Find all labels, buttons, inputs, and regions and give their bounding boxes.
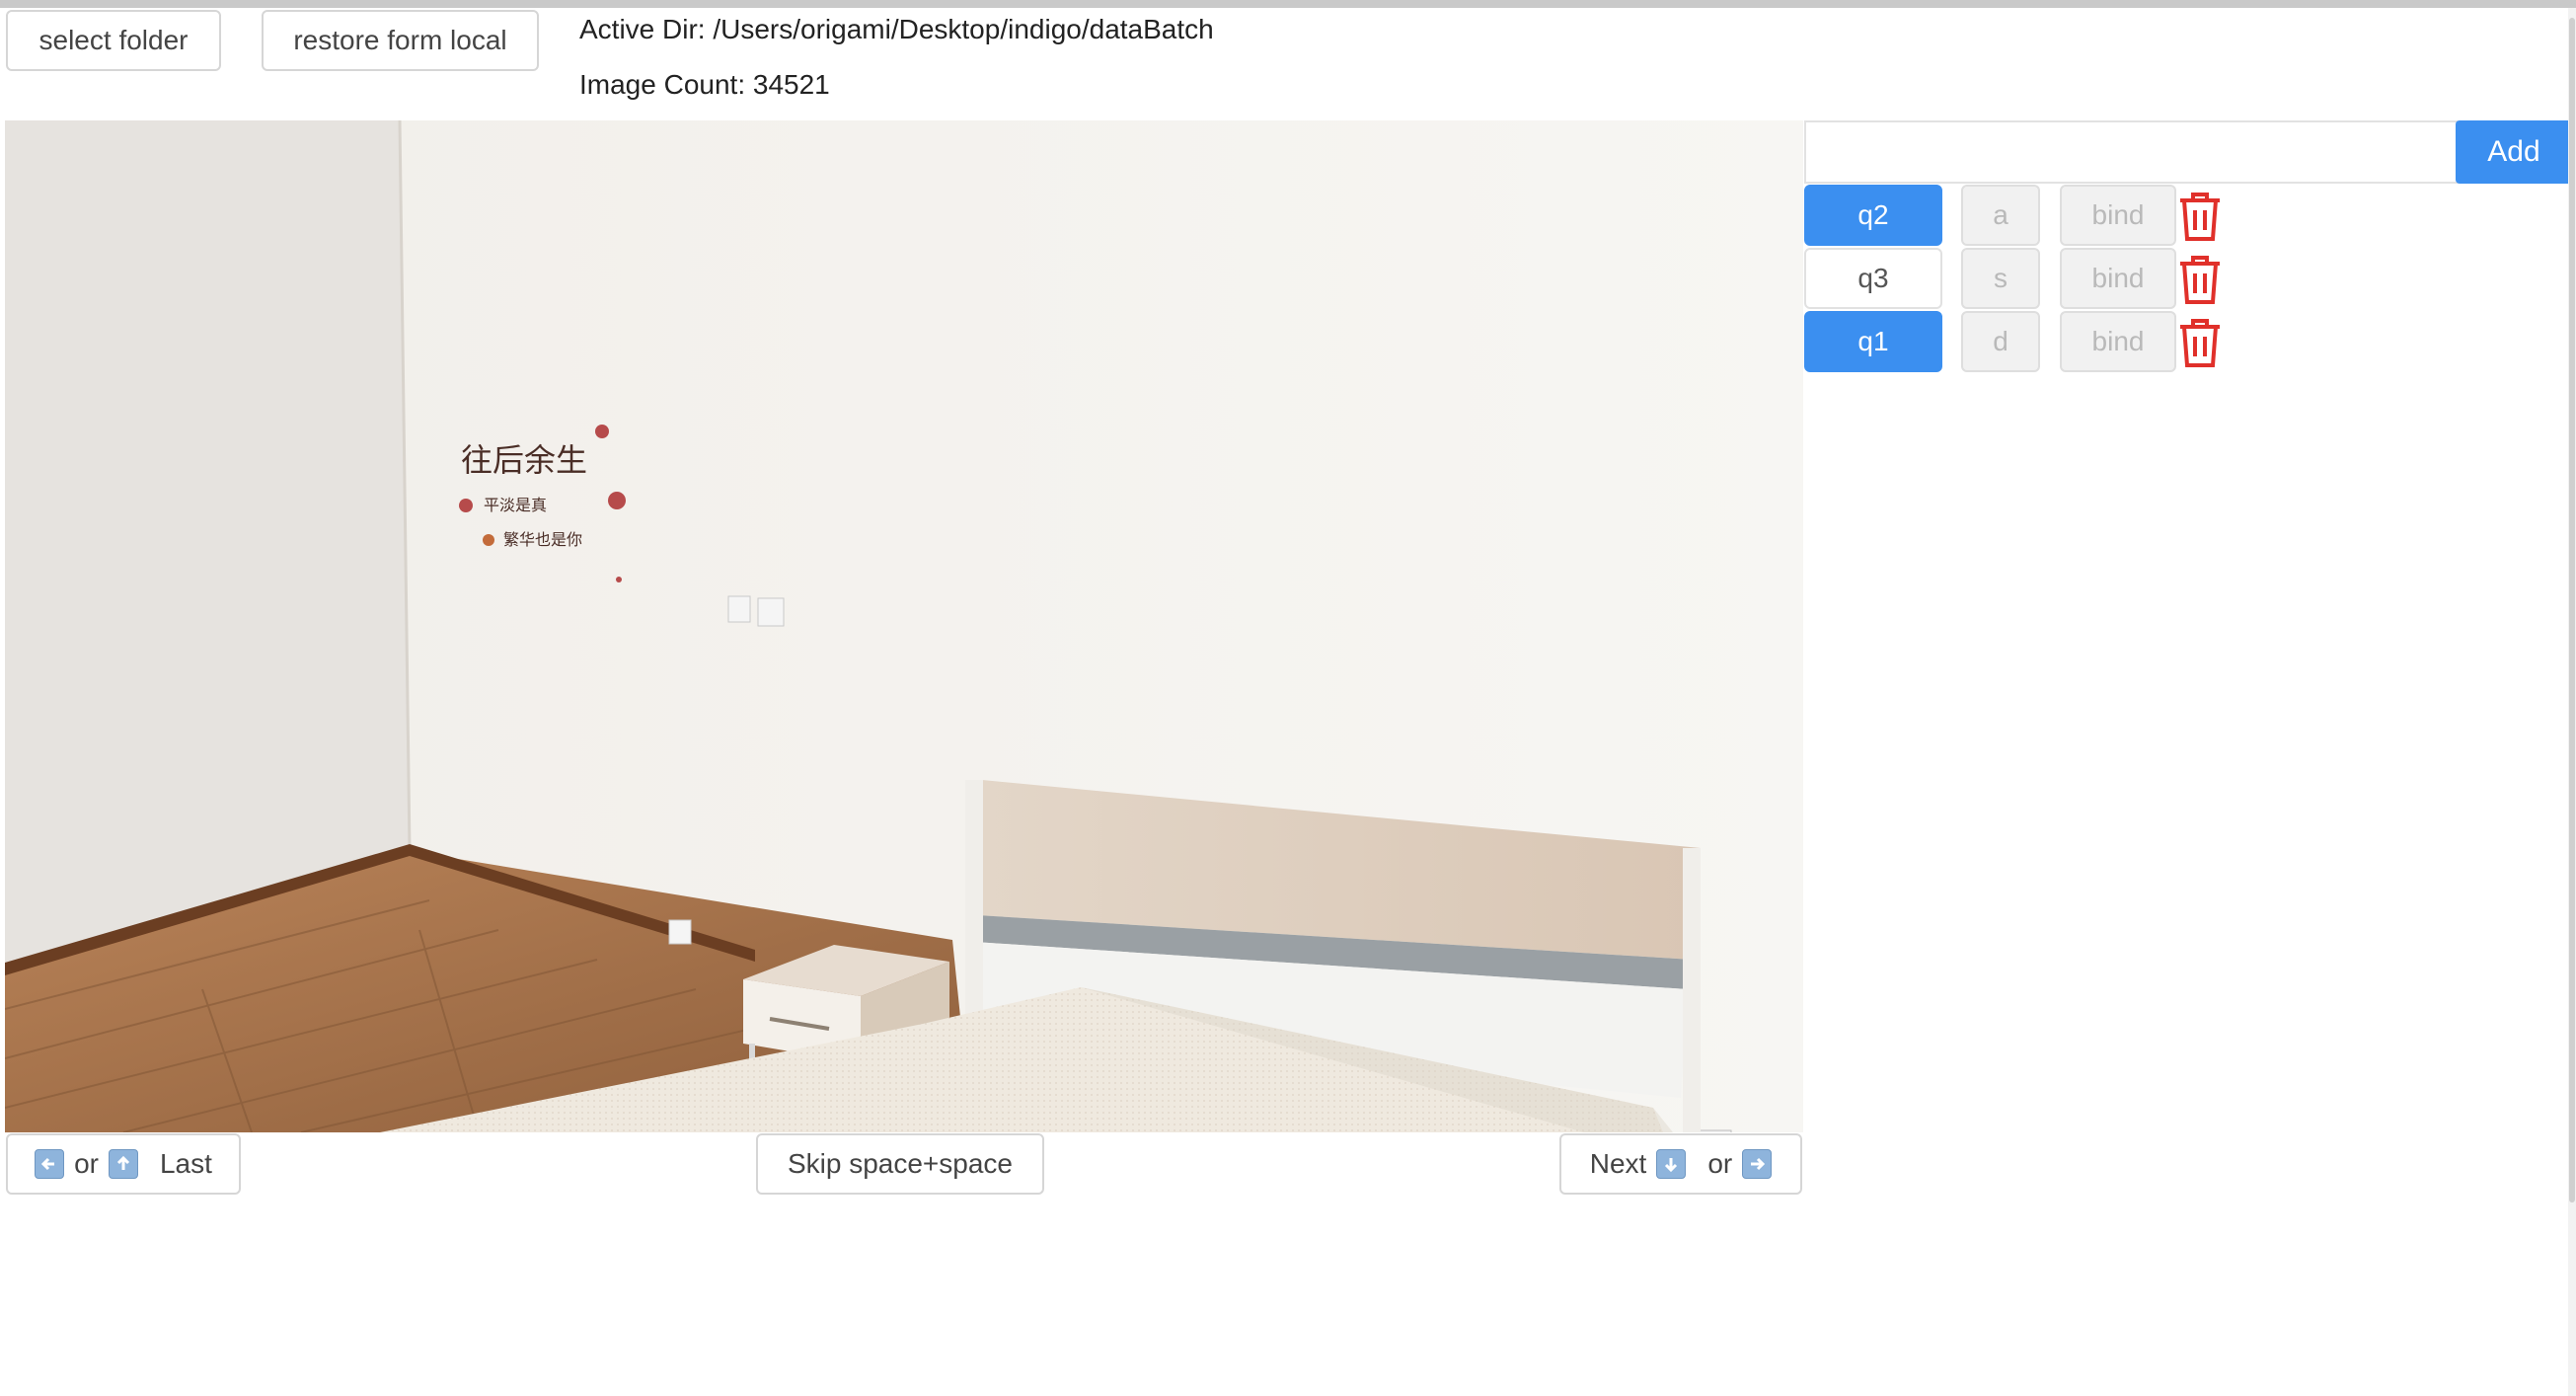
up-arrow-key-icon [108,1149,138,1179]
next-button[interactable]: Next or [1559,1133,1802,1195]
last-label: Last [159,1148,212,1179]
tag-q2-shortcut: a [1961,185,2040,246]
svg-text:繁华也是你: 繁华也是你 [503,530,582,549]
tag-q1-shortcut: d [1961,311,2040,372]
left-arrow-key-icon [35,1149,65,1179]
current-image: 往后余生 平淡是真 繁华也是你 [5,120,1803,1132]
trash-icon[interactable] [2176,317,2224,372]
image-count-label: Image Count: 34521 [579,69,830,100]
or-text: or [1707,1148,1733,1179]
trash-icon[interactable] [2176,254,2224,309]
tag-q1-bind-button[interactable]: bind [2060,311,2176,372]
active-dir-label: Active Dir: /Users/origami/Desktop/indig… [579,14,1214,44]
down-arrow-key-icon [1656,1149,1687,1179]
tag-q3-bind-button[interactable]: bind [2060,248,2176,309]
tag-q1-button[interactable]: q1 [1804,311,1942,372]
last-button[interactable]: or Last [6,1133,241,1195]
scrollbar-thumb[interactable] [2569,18,2575,1202]
scrollbar[interactable] [2568,8,2576,1396]
restore-form-local-button[interactable]: restore form local [262,10,539,71]
add-tag-button[interactable]: Add [2456,120,2572,184]
right-arrow-key-icon [1742,1149,1773,1179]
next-label: Next [1589,1148,1647,1179]
svg-text:往后余生: 往后余生 [461,441,587,479]
tag-q2-button[interactable]: q2 [1804,185,1942,246]
svg-text:平淡是真: 平淡是真 [484,496,547,514]
select-folder-button[interactable]: select folder [6,10,221,71]
or-text: or [74,1148,99,1179]
tag-q3-button[interactable]: q3 [1804,248,1942,309]
trash-icon[interactable] [2176,191,2224,246]
window-top-border [0,0,2576,8]
new-tag-input[interactable] [1804,120,2458,184]
tag-q3-shortcut: s [1961,248,2040,309]
tag-q2-bind-button[interactable]: bind [2060,185,2176,246]
skip-button[interactable]: Skip space+space [756,1133,1044,1195]
